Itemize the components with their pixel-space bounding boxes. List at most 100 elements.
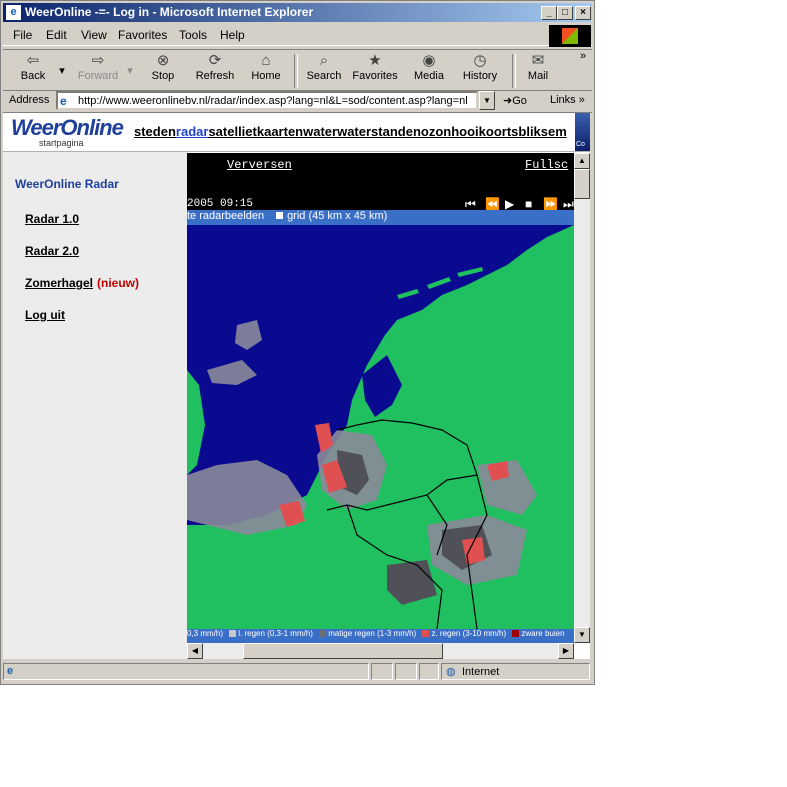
legend-swatch bbox=[229, 630, 237, 637]
menu-file[interactable]: File bbox=[13, 28, 32, 42]
legend-item: matige regen (1-3 mm/h) bbox=[328, 629, 417, 638]
toolbar-overflow-icon[interactable]: » bbox=[578, 50, 588, 62]
radar-controls-panel: Verversen Fullsc 2005 09:15 ⏮ ⏪ ▶ ■ ⏩ ⏭ bbox=[187, 153, 574, 211]
address-input[interactable]: e http://www.weeronlinebv.nl/radar/index… bbox=[56, 91, 478, 110]
links-button[interactable]: Links » bbox=[550, 94, 585, 106]
refresh-button[interactable]: ⟳ Refresh bbox=[193, 52, 237, 82]
nav-satelliet[interactable]: satelliet bbox=[208, 124, 256, 139]
sidebar-item-zomerhagel: Zomerhagel (nieuw) bbox=[25, 276, 139, 290]
site-nav: stedenradarsatellietkaartenwaterwatersta… bbox=[134, 124, 567, 139]
media-button[interactable]: ◉ Media bbox=[412, 52, 446, 82]
option-radar-images[interactable]: te radarbeelden bbox=[187, 210, 264, 222]
fullscreen-link[interactable]: Fullsc bbox=[525, 158, 568, 172]
status-text-pane: e bbox=[3, 663, 369, 680]
page-icon: e bbox=[60, 94, 67, 108]
browser-window: e WeerOnline -=- Log in - Microsoft Inte… bbox=[0, 0, 595, 685]
stop-square-icon[interactable]: ■ bbox=[525, 197, 532, 211]
mail-icon: ✉ bbox=[531, 52, 545, 69]
sidebar-link-radar-1[interactable]: Radar 1.0 bbox=[25, 212, 79, 226]
back-dropdown-icon[interactable]: ▾ bbox=[59, 64, 65, 77]
header-banner-image[interactable]: Co bbox=[575, 113, 590, 151]
favorites-button[interactable]: ★ Favorites bbox=[351, 52, 399, 82]
media-icon: ◉ bbox=[422, 52, 436, 69]
go-button[interactable]: ➜Go bbox=[503, 94, 527, 107]
address-dropdown-button[interactable]: ▼ bbox=[479, 91, 495, 110]
radar-options-bar: te radarbeelden grid (45 km x 45 km) bbox=[187, 210, 574, 225]
menu-help[interactable]: Help bbox=[220, 28, 245, 42]
history-button[interactable]: ◷ History bbox=[460, 52, 500, 82]
back-button[interactable]: ⇦ Back bbox=[15, 52, 51, 82]
search-icon: ⌕ bbox=[319, 52, 329, 69]
nav-bliksem[interactable]: bliksem bbox=[518, 124, 566, 139]
refresh-link[interactable]: Verversen bbox=[227, 158, 292, 172]
zone-label: Internet bbox=[462, 666, 500, 678]
scroll-right-icon[interactable]: ▶ bbox=[558, 643, 574, 659]
legend-swatch bbox=[512, 630, 520, 637]
nav-kaarten[interactable]: kaarten bbox=[257, 124, 303, 139]
scroll-up-icon[interactable]: ▲ bbox=[574, 153, 590, 169]
stop-icon: ⊗ bbox=[156, 52, 170, 69]
nav-steden[interactable]: steden bbox=[134, 124, 176, 139]
forward-arrow-icon: ⇨ bbox=[91, 52, 105, 69]
scroll-thumb[interactable] bbox=[574, 169, 590, 199]
play-icon[interactable]: ▶ bbox=[505, 197, 514, 211]
menu-edit[interactable]: Edit bbox=[46, 28, 67, 42]
legend-item: 0,3 mm/h) bbox=[187, 629, 224, 638]
legend-item: zware buien bbox=[521, 629, 565, 638]
menu-tools[interactable]: Tools bbox=[179, 28, 207, 42]
go-arrow-icon: ➜ bbox=[503, 95, 513, 107]
search-button[interactable]: ⌕ Search bbox=[305, 52, 343, 82]
page-content: WeerOnline startpagina stedenradarsatell… bbox=[3, 113, 590, 659]
radar-timestamp: 2005 09:15 bbox=[187, 198, 254, 210]
new-badge: (nieuw) bbox=[97, 276, 140, 290]
fast-forward-icon[interactable]: ⏩ bbox=[543, 197, 558, 211]
nav-radar[interactable]: radar bbox=[176, 124, 209, 139]
address-url[interactable]: http://www.weeronlinebv.nl/radar/index.a… bbox=[78, 95, 474, 107]
sidebar-link-logout[interactable]: Log uit bbox=[25, 308, 65, 322]
toolbar: ⇦ Back ▾ ⇨ Forward ▾ ⊗ Stop ⟳ Refresh ⌂ Home … bbox=[3, 49, 592, 91]
menu-bar: File Edit View Favorites Tools Help bbox=[3, 25, 592, 46]
nav-waterstanden[interactable]: waterstanden bbox=[337, 124, 421, 139]
option-grid[interactable]: grid (45 km x 45 km) bbox=[287, 210, 387, 222]
grid-checkbox[interactable] bbox=[276, 212, 284, 219]
refresh-icon: ⟳ bbox=[208, 52, 222, 69]
legend-swatch bbox=[422, 630, 430, 637]
horizontal-scrollbar[interactable]: ◀ ▶ bbox=[187, 643, 574, 659]
home-button[interactable]: ⌂ Home bbox=[249, 52, 283, 82]
nav-water[interactable]: water bbox=[303, 124, 337, 139]
page-status-icon: e bbox=[7, 665, 14, 677]
scroll-down-icon[interactable]: ▼ bbox=[574, 627, 590, 643]
logo-tagline[interactable]: startpagina bbox=[39, 138, 84, 148]
mail-button[interactable]: ✉ Mail bbox=[523, 52, 553, 82]
security-zone-pane: ◍ Internet bbox=[441, 663, 590, 680]
radar-legend: 0,3 mm/h) l. regen (0,3-1 mm/h) matige r… bbox=[187, 629, 574, 643]
windows-logo-icon bbox=[549, 25, 591, 47]
sidebar-title: WeerOnline Radar bbox=[15, 177, 119, 191]
legend-item: z. regen (3-10 mm/h) bbox=[431, 629, 507, 638]
rewind-icon[interactable]: ⏪ bbox=[485, 197, 500, 211]
stop-button[interactable]: ⊗ Stop bbox=[145, 52, 181, 82]
scroll-left-icon[interactable]: ◀ bbox=[187, 643, 203, 659]
nav-hooikoorts[interactable]: hooikoorts bbox=[451, 124, 518, 139]
forward-dropdown-icon[interactable]: ▾ bbox=[127, 64, 133, 77]
status-pane bbox=[419, 663, 439, 680]
menu-view[interactable]: View bbox=[81, 28, 107, 42]
minimize-button[interactable]: _ bbox=[541, 6, 557, 20]
sidebar-link-radar-2[interactable]: Radar 2.0 bbox=[25, 244, 79, 258]
ie-icon: e bbox=[6, 5, 21, 20]
sidebar-link-zomerhagel[interactable]: Zomerhagel bbox=[25, 276, 93, 290]
globe-icon: ◍ bbox=[446, 666, 456, 678]
address-label: Address bbox=[9, 94, 50, 106]
hscroll-thumb[interactable] bbox=[243, 643, 443, 659]
vertical-scrollbar[interactable]: ▲ ▼ bbox=[574, 153, 590, 643]
forward-button[interactable]: ⇨ Forward bbox=[73, 52, 123, 82]
legend-swatch bbox=[319, 630, 327, 637]
menu-favorites[interactable]: Favorites bbox=[118, 28, 167, 42]
window-title: WeerOnline -=- Log in - Microsoft Intern… bbox=[25, 5, 314, 19]
nav-ozon[interactable]: ozon bbox=[421, 124, 451, 139]
status-pane bbox=[395, 663, 417, 680]
radar-map bbox=[187, 225, 574, 629]
toolbar-separator bbox=[294, 54, 298, 88]
maximize-button[interactable]: □ bbox=[557, 6, 573, 20]
close-button[interactable]: × bbox=[575, 6, 591, 20]
